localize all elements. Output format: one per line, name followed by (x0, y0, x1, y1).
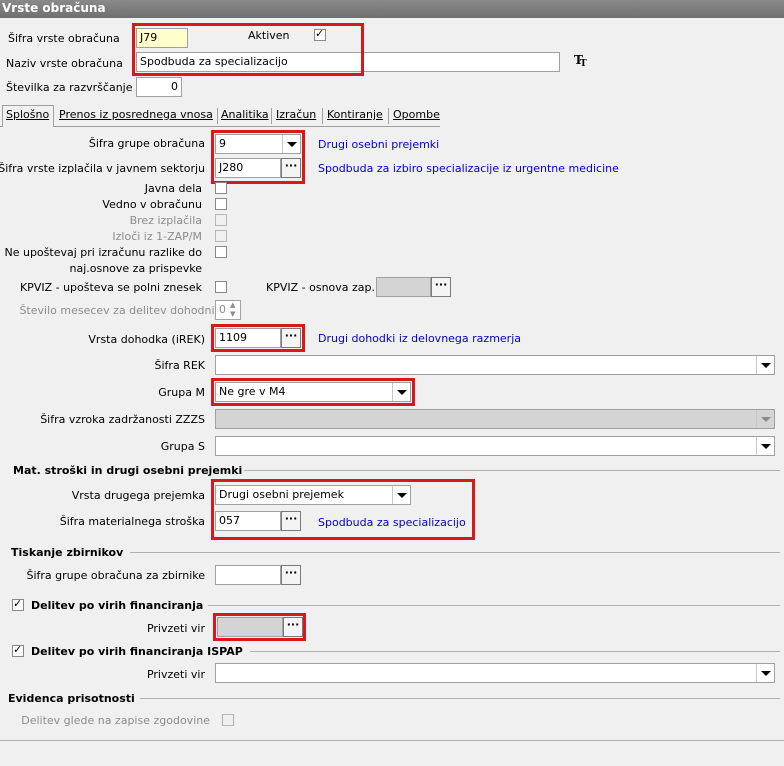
months-spinner[interactable]: ▲ ▼ (230, 301, 240, 319)
chevron-down-icon (756, 410, 774, 428)
ispap-source-select[interactable] (215, 663, 775, 683)
highlight-fin (213, 613, 306, 641)
income-desc: Drugi dohodki iz delovnega razmerja (318, 332, 521, 345)
m-label: Grupa M (158, 386, 205, 399)
zzzs-label: Šifra vzroka zadržanosti ZZZS (40, 413, 205, 426)
font-icon[interactable]: TT (574, 53, 590, 69)
section-divider (130, 552, 780, 553)
chevron-down-icon[interactable] (756, 437, 774, 455)
print-section-title: Tiskanje zbirnikov (11, 546, 124, 559)
name-label: Naziv vrste obračuna (6, 57, 123, 70)
print-group-browse-button[interactable]: ··· (281, 565, 301, 585)
presence-history-checkbox (222, 714, 234, 726)
zzzs-select (215, 409, 775, 429)
fin-section-title: Delitev po virih financiranja (31, 599, 204, 612)
vedno-label: Vedno v obračunu (102, 198, 202, 211)
presence-section-title: Evidenca prisotnosti (8, 692, 135, 705)
tab-separator (388, 108, 389, 124)
vedno-checkbox[interactable] (215, 198, 227, 210)
mat-section-title: Mat. stroški in drugi osebni prejemki (13, 464, 243, 477)
tab-izracun[interactable]: Izračun (276, 108, 316, 121)
highlight-mat (211, 479, 475, 540)
javna-dela-checkbox[interactable] (215, 182, 227, 194)
sort-label: Številka za razvrščanje (6, 81, 133, 94)
ispap-source-label: Privzeti vir (146, 668, 205, 681)
brez-label: Brez izplačila (129, 214, 202, 227)
highlight-header (132, 23, 364, 76)
print-group-input[interactable] (215, 565, 281, 585)
kpviz-osnova-label: KPVIZ - osnova zap. (266, 281, 376, 294)
tab-prenos[interactable]: Prenos iz posrednega vnosa (59, 108, 213, 121)
fin-checkbox[interactable] (12, 597, 24, 611)
kpviz-osnova-browse-button[interactable]: ··· (431, 277, 451, 297)
javna-dela-label: Javna dela (144, 182, 202, 195)
presence-history-label: Delitev glede na zapise zgodovine (21, 714, 210, 727)
window-title: Vrste obračuna (2, 1, 106, 15)
brez-checkbox (215, 214, 227, 226)
window-titlebar: Vrste obračuna (0, 0, 784, 18)
tab-opombe[interactable]: Opombe (393, 108, 440, 121)
highlight-group (211, 130, 305, 184)
kpviz-checkbox[interactable] (215, 281, 227, 293)
chevron-down-icon[interactable] (756, 356, 774, 374)
tab-separator (271, 108, 272, 124)
rek-select[interactable] (215, 355, 775, 375)
tab-separator (322, 108, 323, 124)
payout-desc: Spodbuda za izbiro specializacije iz urg… (318, 162, 619, 175)
tab-splosno[interactable]: Splošno (6, 108, 49, 121)
ispap-checkbox[interactable] (12, 643, 24, 657)
sort-input[interactable]: 0 (136, 77, 182, 97)
ne-upostevaj-checkbox[interactable] (215, 246, 227, 258)
section-divider (208, 605, 780, 606)
izloci-label: Izloči iz 1-ZAP/M (112, 230, 202, 243)
group-label: Šifra grupe obračuna (88, 137, 205, 150)
payout-label: Šifra vrste izplačila v javnem sektorju (0, 162, 205, 175)
izloci-checkbox (215, 230, 227, 242)
ne-upostevaj-label-1: Ne upoštevaj pri izračunu razlike do (4, 246, 202, 259)
code-label: Šifra vrste obračuna (8, 32, 120, 45)
print-group-label: Šifra grupe obračuna za zbirnike (26, 569, 205, 582)
tab-analitika[interactable]: Analitika (221, 108, 269, 121)
s-label: Grupa S (160, 440, 205, 453)
months-label: Število mesecev za delitev dohodnine: (19, 304, 232, 317)
section-divider (140, 698, 780, 699)
ispap-section-title: Delitev po virih financiranja ISPAP (31, 645, 243, 658)
section-divider (244, 470, 780, 471)
kpviz-osnova-input (376, 277, 431, 297)
income-label: Vrsta dohodka (iREK) (88, 333, 205, 346)
tab-separator (217, 108, 218, 124)
s-select[interactable] (215, 436, 775, 456)
kpviz-label: KPVIZ - upošteva se polni znesek (19, 281, 202, 294)
bottom-divider (0, 740, 784, 741)
highlight-m (211, 378, 415, 406)
ne-upostevaj-label-2: naj.osnove za prispevke (69, 262, 202, 275)
highlight-income (211, 324, 305, 352)
fin-source-label: Privzeti vir (146, 622, 205, 635)
tab-kontiranje[interactable]: Kontiranje (327, 108, 383, 121)
rek-label: Šifra REK (154, 359, 205, 372)
mat-type-label: Vrsta drugega prejemka (71, 489, 205, 502)
section-divider (250, 651, 780, 652)
group-desc: Drugi osebni prejemki (318, 138, 440, 151)
mat-cost-label: Šifra materialnega stroška (59, 515, 205, 528)
chevron-down-icon[interactable] (756, 664, 774, 682)
